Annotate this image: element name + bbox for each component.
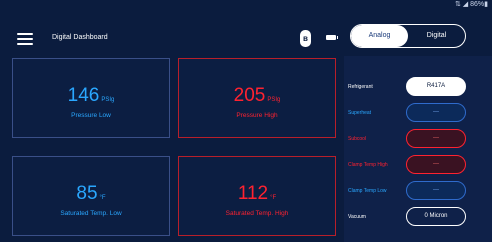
hamburger-menu-icon[interactable] [17, 33, 33, 45]
side-panel: Refrigerant R417A Superheat --- Subcool … [344, 56, 492, 242]
mode-toggle[interactable]: Analog Digital [350, 24, 466, 48]
status-bar: ⇅ ◢ 86%▮ [0, 0, 492, 10]
refrigerant-selector[interactable]: R417A [406, 77, 466, 96]
saturated-temp-high-reading: 112 °F [179, 183, 335, 205]
pressure-low-reading: 146 PSIg [13, 85, 169, 107]
battery-icon [326, 35, 338, 40]
saturated-temp-low-card: 85 °F Saturated Temp. Low [12, 156, 170, 236]
superheat-label: Superheat [348, 110, 372, 116]
saturated-temp-low-unit: °F [99, 195, 106, 201]
vacuum-row: Vacuum 0 Micron [344, 206, 492, 228]
saturated-temp-low-reading: 85 °F [13, 183, 169, 205]
vacuum-label: Vacuum [348, 214, 366, 220]
analog-mode-button[interactable]: Analog [351, 25, 408, 47]
saturated-temp-high-value: 112 [237, 183, 269, 204]
page-title: Digital Dashboard [52, 34, 108, 41]
pressure-low-value: 146 [67, 85, 100, 106]
pressure-high-card: 205 PSIg Pressure High [178, 58, 336, 138]
subcool-value[interactable]: --- [406, 129, 466, 148]
clamp-temp-high-value[interactable]: --- [406, 155, 466, 174]
pressure-high-reading: 205 PSIg [179, 85, 335, 107]
pressure-low-unit: PSIg [101, 97, 115, 103]
saturated-temp-high-unit: °F [270, 195, 277, 201]
saturated-temp-high-label: Saturated Temp. High [225, 210, 289, 217]
digital-mode-button[interactable]: Digital [408, 25, 465, 47]
pressure-low-card: 146 PSIg Pressure Low [12, 58, 170, 138]
status-indicators: ⇅ ◢ 86%▮ [454, 1, 488, 8]
subcool-row: Subcool --- [344, 128, 492, 150]
clamp-temp-low-label: Clamp Temp Low [348, 188, 387, 194]
saturated-temp-high-card: 112 °F Saturated Temp. High [178, 156, 336, 236]
superheat-value[interactable]: --- [406, 103, 466, 122]
clamp-temp-low-row: Clamp Temp Low --- [344, 180, 492, 202]
superheat-row: Superheat --- [344, 102, 492, 124]
saturated-temp-low-label: Saturated Temp. Low [60, 210, 122, 217]
pressure-high-value: 205 [233, 85, 266, 106]
clamp-temp-high-label: Clamp Temp High [348, 162, 388, 168]
pressure-low-label: Pressure Low [71, 112, 111, 119]
clamp-temp-high-row: Clamp Temp High --- [344, 154, 492, 176]
clamp-temp-low-value[interactable]: --- [406, 181, 466, 200]
pressure-high-unit: PSIg [267, 97, 281, 103]
vacuum-value[interactable]: 0 Micron [406, 207, 466, 226]
refrigerant-row: Refrigerant R417A [344, 76, 492, 98]
refrigerant-label: Refrigerant [348, 84, 373, 90]
bluetooth-icon[interactable]: ʙ [300, 30, 311, 47]
subcool-label: Subcool [348, 136, 367, 142]
saturated-temp-low-value: 85 [76, 183, 98, 204]
pressure-high-label: Pressure High [236, 112, 278, 119]
